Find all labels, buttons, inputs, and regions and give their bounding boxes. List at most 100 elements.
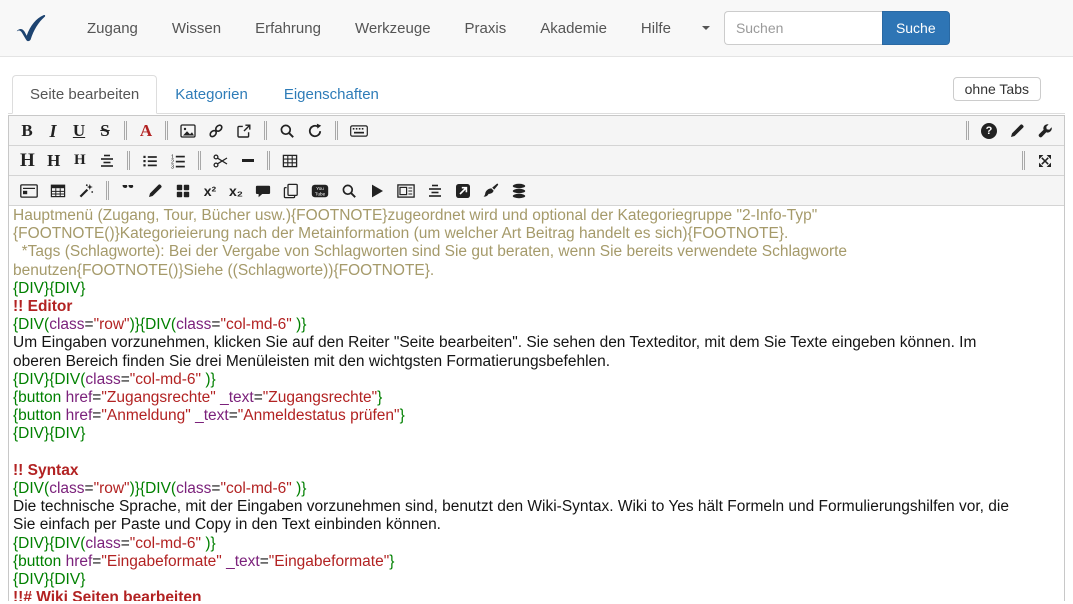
- unordered-list-icon[interactable]: [138, 148, 162, 174]
- editor-token: )}: [201, 535, 216, 552]
- toolbar-row-3: “ x²x₂ YouTube: [9, 176, 1064, 206]
- editor-token: class: [176, 480, 211, 497]
- subscript-icon[interactable]: x₂: [225, 178, 247, 204]
- editor-token: =: [229, 407, 238, 424]
- strikethrough-icon[interactable]: S: [94, 118, 116, 144]
- editor-line[interactable]: {DIV}{DIV}: [13, 280, 1060, 298]
- editor-token: )}: [130, 480, 140, 497]
- wrench-icon[interactable]: [1033, 118, 1057, 144]
- nav-item-erfahrung[interactable]: Erfahrung: [238, 14, 338, 43]
- wand-icon[interactable]: [74, 178, 98, 204]
- nav-more-dropdown[interactable]: [688, 20, 724, 36]
- editor-token: href: [66, 389, 93, 406]
- nav-item-wissen[interactable]: Wissen: [155, 14, 238, 43]
- editor-content[interactable]: Hauptmenü (Zugang, Tour, Bücher usw.){FO…: [9, 206, 1064, 601]
- editor-token: !! Editor: [13, 298, 72, 315]
- copy-icon[interactable]: [279, 178, 303, 204]
- blocks-icon[interactable]: [171, 178, 195, 204]
- keyboard-icon[interactable]: [346, 118, 372, 144]
- editor-line[interactable]: !!# Wiki Seiten bearbeiten: [13, 589, 1060, 601]
- h1-icon[interactable]: H: [16, 148, 39, 174]
- h2-icon[interactable]: H: [43, 148, 65, 174]
- editor-line[interactable]: *Tags (Schlagworte): Bei der Vergabe von…: [13, 243, 1060, 261]
- search2-icon[interactable]: [337, 178, 361, 204]
- horizontal-rule-icon[interactable]: [237, 148, 259, 174]
- editor-line[interactable]: Hauptmenü (Zugang, Tour, Bücher usw.){FO…: [13, 207, 1060, 225]
- editor-line[interactable]: {FOOTNOTE()}Kategorieierung nach der Met…: [13, 225, 1060, 243]
- search-input[interactable]: [724, 11, 882, 45]
- align-center-icon[interactable]: [95, 148, 119, 174]
- link-icon[interactable]: [204, 118, 228, 144]
- editor-token: {DIV}{DIV}: [13, 571, 85, 588]
- editor-line[interactable]: Die technische Sprache, mit der Eingaben…: [13, 498, 1060, 516]
- editor-line[interactable]: {DIV}{DIV(class="col-md-6" )}: [13, 371, 1060, 389]
- external-link-icon[interactable]: [232, 118, 256, 144]
- redo-icon[interactable]: [303, 118, 327, 144]
- editor-line[interactable]: oberen Bereich finden Sie drei Menüleist…: [13, 353, 1060, 371]
- editor-line[interactable]: {DIV}{DIV(class="col-md-6" )}: [13, 535, 1060, 553]
- tab-seite-bearbeiten[interactable]: Seite bearbeiten: [12, 75, 157, 114]
- editor-line[interactable]: {DIV}{DIV}: [13, 425, 1060, 443]
- editor-token: "col-md-6": [220, 480, 291, 497]
- editor-line[interactable]: benutzen{FOOTNOTE()}Siehe ((Schlagworte)…: [13, 262, 1060, 280]
- editor-token: )}: [292, 316, 307, 333]
- editor-line[interactable]: !! Editor: [13, 298, 1060, 316]
- database-icon[interactable]: [507, 178, 531, 204]
- image-icon[interactable]: [176, 118, 200, 144]
- italic-icon[interactable]: I: [42, 118, 64, 144]
- superscript-icon[interactable]: x²: [199, 178, 221, 204]
- brush-icon[interactable]: [479, 178, 503, 204]
- nav-item-zugang[interactable]: Zugang: [70, 14, 155, 43]
- editor-line[interactable]: {button href="Anmeldung" _text="Anmeldes…: [13, 407, 1060, 425]
- tab-eigenschaften[interactable]: Eigenschaften: [266, 75, 397, 114]
- tab-kategorien[interactable]: Kategorien: [157, 75, 266, 114]
- cut-icon[interactable]: [209, 148, 233, 174]
- play-icon[interactable]: [365, 178, 389, 204]
- align-center2-icon[interactable]: [423, 178, 447, 204]
- editor-line[interactable]: Sie einfach per Paste und Copy in den Te…: [13, 516, 1060, 534]
- table-icon[interactable]: [278, 148, 302, 174]
- editor-token: }: [377, 389, 382, 406]
- pencil2-icon[interactable]: [143, 178, 167, 204]
- table-grid-icon[interactable]: [46, 178, 70, 204]
- help-icon[interactable]: ?: [977, 118, 1001, 144]
- search-button[interactable]: Suche: [882, 11, 950, 45]
- nav-item-praxis[interactable]: Praxis: [448, 14, 524, 43]
- editor-line[interactable]: {button href="Eingabeformate" _text="Ein…: [13, 553, 1060, 571]
- bold-icon[interactable]: B: [16, 118, 38, 144]
- logo-checkmark-icon[interactable]: [14, 13, 48, 43]
- text-color-icon[interactable]: A: [135, 118, 157, 144]
- editor-token: =: [260, 553, 269, 570]
- comment-icon[interactable]: [251, 178, 275, 204]
- h3-icon[interactable]: H: [69, 148, 91, 174]
- ordered-list-icon[interactable]: 123: [166, 148, 190, 174]
- no-tabs-button[interactable]: ohne Tabs: [953, 77, 1041, 101]
- editor-token: {DIV}{DIV(: [13, 535, 85, 552]
- editor-token: {button: [13, 407, 66, 424]
- editor-line[interactable]: {DIV(class="row")}{DIV(class="col-md-6" …: [13, 316, 1060, 334]
- editor-line[interactable]: !! Syntax: [13, 462, 1060, 480]
- quote-icon[interactable]: “: [117, 178, 139, 204]
- editor-line[interactable]: {DIV(class="row")}{DIV(class="col-md-6" …: [13, 480, 1060, 498]
- fullscreen-icon[interactable]: [1033, 148, 1057, 174]
- editor-line[interactable]: {button href="Zugangsrechte" _text="Zuga…: [13, 389, 1060, 407]
- nav-item-werkzeuge[interactable]: Werkzeuge: [338, 14, 448, 43]
- nav-item-akademie[interactable]: Akademie: [523, 14, 624, 43]
- editor-token: _text: [222, 553, 260, 570]
- editor-line[interactable]: Um Eingaben vorzunehmen, klicken Sie auf…: [13, 334, 1060, 352]
- editor-line[interactable]: {DIV}{DIV}: [13, 571, 1060, 589]
- nav-item-hilfe[interactable]: Hilfe: [624, 14, 688, 43]
- youtube-icon[interactable]: YouTube: [307, 178, 333, 204]
- article-icon[interactable]: [393, 178, 419, 204]
- editor-line[interactable]: [13, 444, 1060, 462]
- search-icon[interactable]: [275, 118, 299, 144]
- editor-token: {DIV}{DIV}: [13, 280, 85, 297]
- editor-token: _text: [191, 407, 229, 424]
- nav-menu: ZugangWissenErfahrungWerkzeugePraxisAkad…: [70, 14, 688, 43]
- panel-icon[interactable]: [16, 178, 42, 204]
- editor-token: "col-md-6": [130, 535, 201, 552]
- underline-icon[interactable]: U: [68, 118, 90, 144]
- editor-token: "Zugangsrechte": [101, 389, 215, 406]
- pencil-icon[interactable]: [1005, 118, 1029, 144]
- external-link-filled-icon[interactable]: [451, 178, 475, 204]
